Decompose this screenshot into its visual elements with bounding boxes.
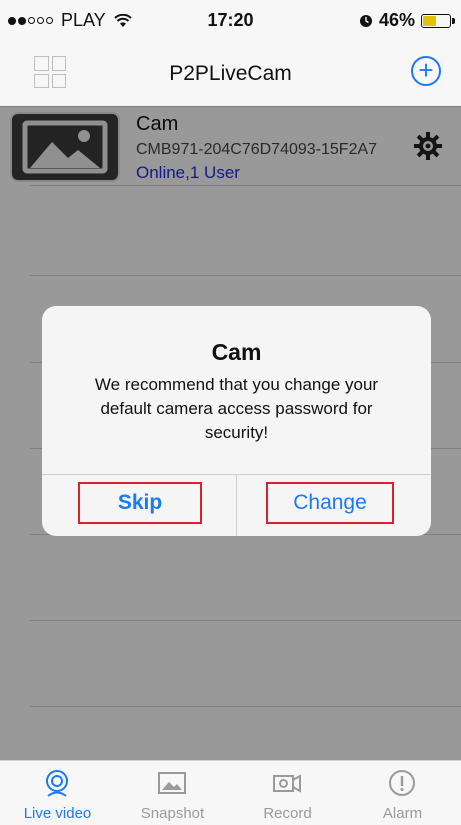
alarm-icon [359, 14, 372, 27]
tab-label: Record [263, 805, 312, 822]
change-button[interactable]: Change [266, 482, 394, 524]
tab-bar: Live video Snapshot Record Alarm [0, 760, 461, 825]
tab-alarm[interactable]: Alarm [345, 761, 460, 825]
password-alert-dialog: Cam We recommend that you change your de… [42, 306, 431, 536]
battery-percent: 46% [378, 10, 415, 30]
battery-icon [421, 13, 455, 28]
nav-bar: P2PLiveCam + [0, 40, 461, 107]
tab-label: Snapshot [140, 805, 205, 822]
page-title: P2PLiveCam [169, 62, 292, 85]
video-record-icon [273, 774, 301, 793]
tab-live-video[interactable]: Live video [0, 761, 115, 825]
dialog-message: We recommend that you change your defaul… [94, 375, 379, 442]
image-icon [158, 772, 186, 794]
dialog-title: Cam [211, 339, 262, 365]
skip-button[interactable]: Skip [78, 482, 202, 524]
dialog-button-divider [236, 474, 237, 536]
tab-record[interactable]: Record [230, 761, 345, 825]
plus-icon: + [418, 55, 434, 85]
status-right: 46% [359, 10, 455, 31]
add-camera-button[interactable]: + [411, 56, 441, 86]
tab-snapshot[interactable]: Snapshot [115, 761, 230, 825]
alert-icon [389, 770, 415, 796]
app-screen: PLAY 17:20 46% P2PLiveCam + Cam CMB971-2… [0, 0, 461, 825]
camera-lens-icon [46, 770, 68, 797]
tab-label: Live video [23, 805, 92, 822]
status-bar: PLAY 17:20 46% [0, 0, 461, 40]
tab-label: Alarm [382, 805, 423, 822]
